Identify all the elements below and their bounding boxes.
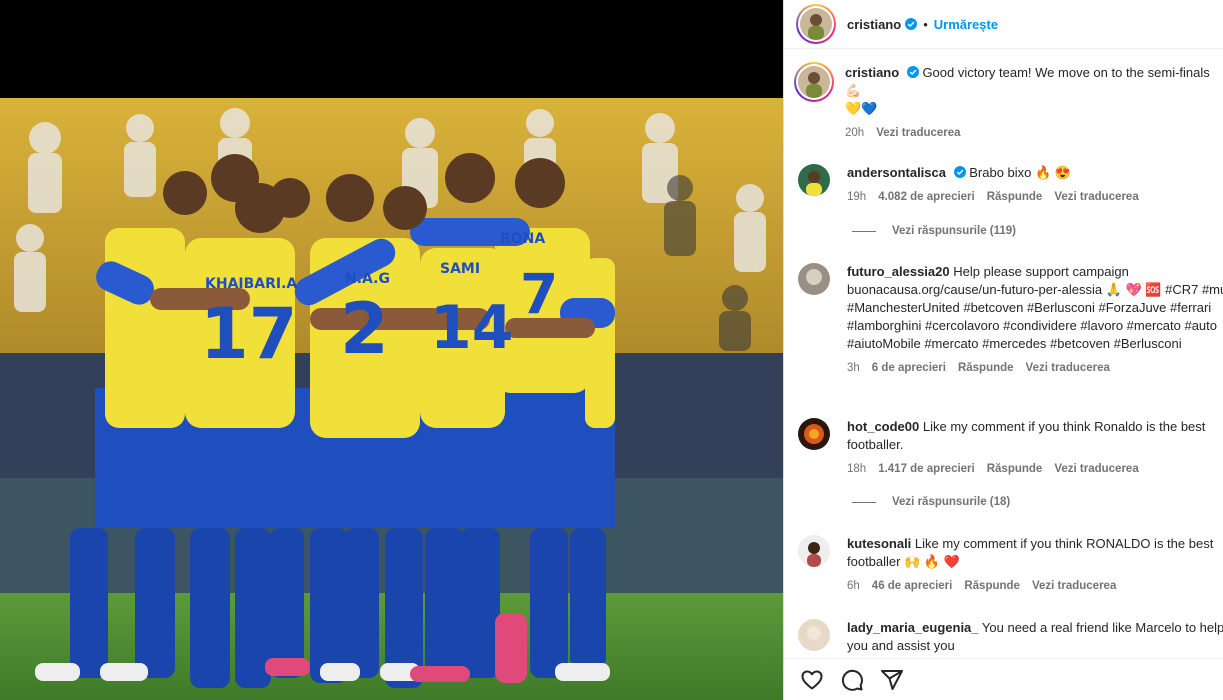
- svg-text:RONA: RONA: [500, 231, 545, 247]
- commenter-username[interactable]: hot_code00: [847, 419, 919, 434]
- heart-icon[interactable]: [800, 668, 824, 692]
- translate-button[interactable]: Vezi traducerea: [1032, 577, 1116, 595]
- post-media: 17 2 14 7 KHAIBARI.A N.A.G SAMI RONA: [0, 0, 783, 700]
- comment-likes[interactable]: 4.082 de aprecieri: [878, 188, 975, 206]
- verified-badge-icon: [953, 166, 966, 178]
- replies-divider: [852, 230, 876, 232]
- svg-text:17: 17: [200, 293, 297, 375]
- caption-avatar[interactable]: [794, 62, 834, 102]
- svg-text:14: 14: [430, 293, 514, 363]
- comment-text: Brabo bixo 🔥 😍: [969, 165, 1071, 180]
- commenter-avatar[interactable]: [798, 418, 830, 450]
- caption-avatar-image: [798, 66, 830, 98]
- commenter-avatar[interactable]: [798, 619, 830, 651]
- comment-time[interactable]: 6h: [847, 577, 860, 595]
- comment-time[interactable]: 3h: [847, 359, 860, 377]
- comment-likes[interactable]: 46 de aprecieri: [872, 577, 953, 595]
- view-replies-button[interactable]: Vezi răspunsurile (18): [852, 496, 1010, 508]
- comment-item: futuro_alessia20 Help please support cam…: [798, 263, 1223, 377]
- post-panel: cristiano • Urmărește cristiano Good vic…: [783, 0, 1223, 700]
- comment-item: hot_code00 Like my comment if you think …: [798, 418, 1223, 478]
- post-actions-bar: [784, 658, 1223, 700]
- post-caption: cristiano Good victory team! We move on …: [794, 62, 1223, 142]
- author-avatar-image: [800, 8, 832, 40]
- verified-badge-icon: [906, 66, 919, 78]
- commenter-avatar[interactable]: [798, 535, 830, 567]
- commenter-username[interactable]: futuro_alessia20: [847, 264, 950, 279]
- caption-emojis: 💪🏻: [845, 83, 862, 98]
- replies-divider: [852, 501, 876, 503]
- commenter-avatar[interactable]: [798, 164, 830, 196]
- comment-item: lady_maria_eugenia_ You need a real frie…: [798, 619, 1223, 655]
- commenter-username[interactable]: lady_maria_eugenia_: [847, 620, 979, 635]
- svg-text:N.A.G: N.A.G: [345, 271, 390, 287]
- comment-time[interactable]: 18h: [847, 460, 866, 478]
- svg-text:2: 2: [340, 288, 389, 370]
- separator-dot: •: [923, 16, 928, 32]
- svg-text:KHAIBARI.A: KHAIBARI.A: [205, 276, 297, 292]
- caption-hearts: 💛💙: [845, 101, 878, 116]
- commenter-avatar[interactable]: [798, 263, 830, 295]
- reply-button[interactable]: Răspunde: [958, 359, 1014, 377]
- translate-button[interactable]: Vezi traducerea: [1054, 460, 1138, 478]
- comment-time[interactable]: 19h: [847, 188, 866, 206]
- comment-item: andersontalisca Brabo bixo 🔥 😍 19h 4.082…: [798, 164, 1223, 206]
- reply-button[interactable]: Răspunde: [964, 577, 1020, 595]
- reply-button[interactable]: Răspunde: [987, 188, 1043, 206]
- follow-button[interactable]: Urmărește: [934, 17, 998, 32]
- author-username[interactable]: cristiano: [847, 17, 901, 32]
- view-replies-label: Vezi răspunsurile (119): [892, 225, 1017, 237]
- svg-text:SAMI: SAMI: [440, 261, 480, 277]
- share-icon[interactable]: [880, 668, 904, 692]
- caption-text: Good victory team! We move on to the sem…: [922, 65, 1210, 80]
- translate-button[interactable]: Vezi traducerea: [1026, 359, 1110, 377]
- translate-button[interactable]: Vezi traducerea: [1054, 188, 1138, 206]
- comment-item: kutesonali Like my comment if you think …: [798, 535, 1223, 595]
- author-avatar[interactable]: [796, 4, 836, 44]
- caption-username[interactable]: cristiano: [845, 65, 899, 80]
- post-header: cristiano • Urmărește: [784, 0, 1223, 49]
- comment-likes[interactable]: 1.417 de aprecieri: [878, 460, 975, 478]
- view-replies-label: Vezi răspunsurile (18): [892, 496, 1011, 508]
- caption-time[interactable]: 20h: [845, 124, 864, 142]
- comment-likes[interactable]: 6 de aprecieri: [872, 359, 946, 377]
- reply-button[interactable]: Răspunde: [987, 460, 1043, 478]
- svg-text:7: 7: [520, 262, 558, 326]
- comment-icon[interactable]: [840, 668, 864, 692]
- view-replies-button[interactable]: Vezi răspunsurile (119): [852, 225, 1016, 237]
- commenter-username[interactable]: kutesonali: [847, 536, 911, 551]
- comments-list[interactable]: cristiano Good victory team! We move on …: [784, 49, 1223, 658]
- commenter-username[interactable]: andersontalisca: [847, 165, 946, 180]
- verified-badge-icon: [905, 18, 918, 30]
- post-photo: 17 2 14 7 KHAIBARI.A N.A.G SAMI RONA: [0, 98, 783, 700]
- caption-translate-button[interactable]: Vezi traducerea: [876, 124, 960, 142]
